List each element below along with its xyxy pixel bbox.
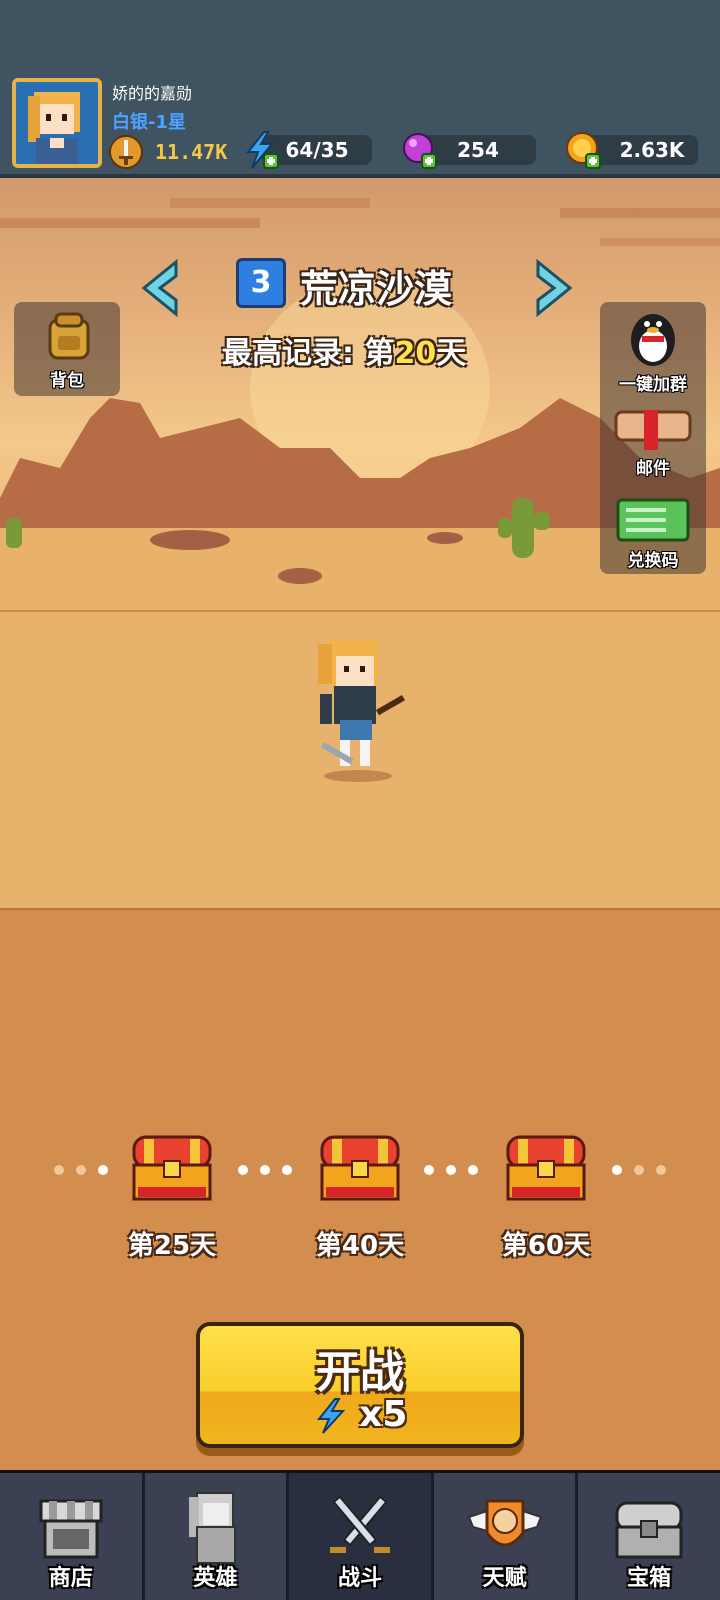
track-dot [424,1165,434,1175]
tab-hero[interactable]: 英雄 [144,1473,290,1600]
tab-chest-label: 宝箱 [627,1566,672,1591]
player-rank: 白银-1星 [112,112,186,133]
track-dot [634,1165,644,1175]
talent-icon [467,1499,542,1547]
stage-number-badge: 3 [236,258,286,308]
backpack-icon [48,312,90,360]
backpack-label: 背包 [50,371,84,391]
energy-value: 64/35 [285,138,349,162]
start-battle-label: 开战 [316,1347,404,1398]
lightning-add-icon[interactable] [238,128,282,172]
milestone-label: 第40天 [315,1231,405,1261]
bottom-navigation: 商店 英雄 战斗 天赋 宝箱 [0,1470,720,1600]
lightning-icon [316,1398,345,1434]
record-prefix: 最高记录: 第 [222,336,395,371]
milestone-label: 第60天 [501,1231,591,1261]
tab-talent[interactable]: 天赋 [433,1473,579,1600]
tab-shop-label: 商店 [48,1566,93,1591]
milestone-label: 第25天 [127,1231,217,1261]
stage-name: 荒凉沙漠 [300,267,453,311]
shop-icon [39,1499,103,1559]
prev-stage-arrow-icon[interactable] [136,258,186,318]
hero-icon [189,1492,237,1564]
hero-character[interactable] [310,634,410,784]
track-dot [468,1165,478,1175]
player-name: 娇的的嘉勋 [112,84,193,103]
track-dot [282,1165,292,1175]
track-dot [656,1165,666,1175]
gold-value: 2.63K [619,138,685,162]
chest-icon [615,1501,683,1559]
record-suffix: 天 [436,336,467,371]
track-dot [54,1165,64,1175]
gold-coin-add-icon[interactable] [562,128,606,172]
track-dot [76,1165,86,1175]
tab-battle[interactable]: 战斗 [289,1473,434,1600]
track-dot [98,1165,108,1175]
sword-power-icon [109,135,143,169]
milestone-track: 第25天 第40天 第60天 [0,1133,720,1263]
milestone-chest-icon[interactable] [504,1133,588,1205]
player-avatar[interactable] [12,78,102,168]
mail-scroll-icon [614,410,692,450]
tab-talent-label: 天赋 [482,1566,527,1591]
tab-shop[interactable]: 商店 [0,1473,145,1600]
start-battle-button[interactable]: 开战 x5 [196,1322,524,1448]
gem-add-icon[interactable] [398,128,442,172]
redeem-code-label: 兑换码 [627,551,679,571]
redeem-ticket-icon [616,498,690,542]
redeem-code-button[interactable]: 兑换码 [600,488,706,574]
battle-icon [329,1495,390,1553]
battle-scene: 3 荒凉沙漠 最高记录: 第20天 背包 一键加群 邮件 兑换码 第25天 第4… [0,178,720,1470]
power-value: 11.47K [155,140,228,164]
gem-value: 254 [457,138,499,162]
energy-cost-value: x5 [359,1394,408,1435]
next-stage-arrow-icon[interactable] [528,258,578,318]
penguin-icon [631,314,675,366]
top-status-bar: 娇的的嘉勋 白银-1星 11.47K 64/35 254 2.63K [0,0,720,178]
track-dot [612,1165,622,1175]
track-dot [260,1165,270,1175]
tab-battle-label: 战斗 [337,1566,382,1591]
backpack-button[interactable]: 背包 [14,302,120,396]
milestone-chest-icon[interactable] [318,1133,402,1205]
tab-chest[interactable]: 宝箱 [578,1473,720,1600]
track-dot [446,1165,456,1175]
join-group-button[interactable]: 一键加群 [600,302,706,395]
track-dot [238,1165,248,1175]
best-record: 最高记录: 第20天 [222,328,466,372]
milestone-chest-icon[interactable] [130,1133,214,1205]
start-battle-cost: x5 [200,1394,520,1435]
record-day: 20 [394,336,437,371]
right-side-panel: 一键加群 邮件 兑换码 [600,302,706,574]
mail-button[interactable]: 邮件 [600,398,706,480]
mail-label: 邮件 [636,459,670,479]
join-group-label: 一键加群 [619,375,687,395]
tab-hero-label: 英雄 [193,1566,238,1591]
